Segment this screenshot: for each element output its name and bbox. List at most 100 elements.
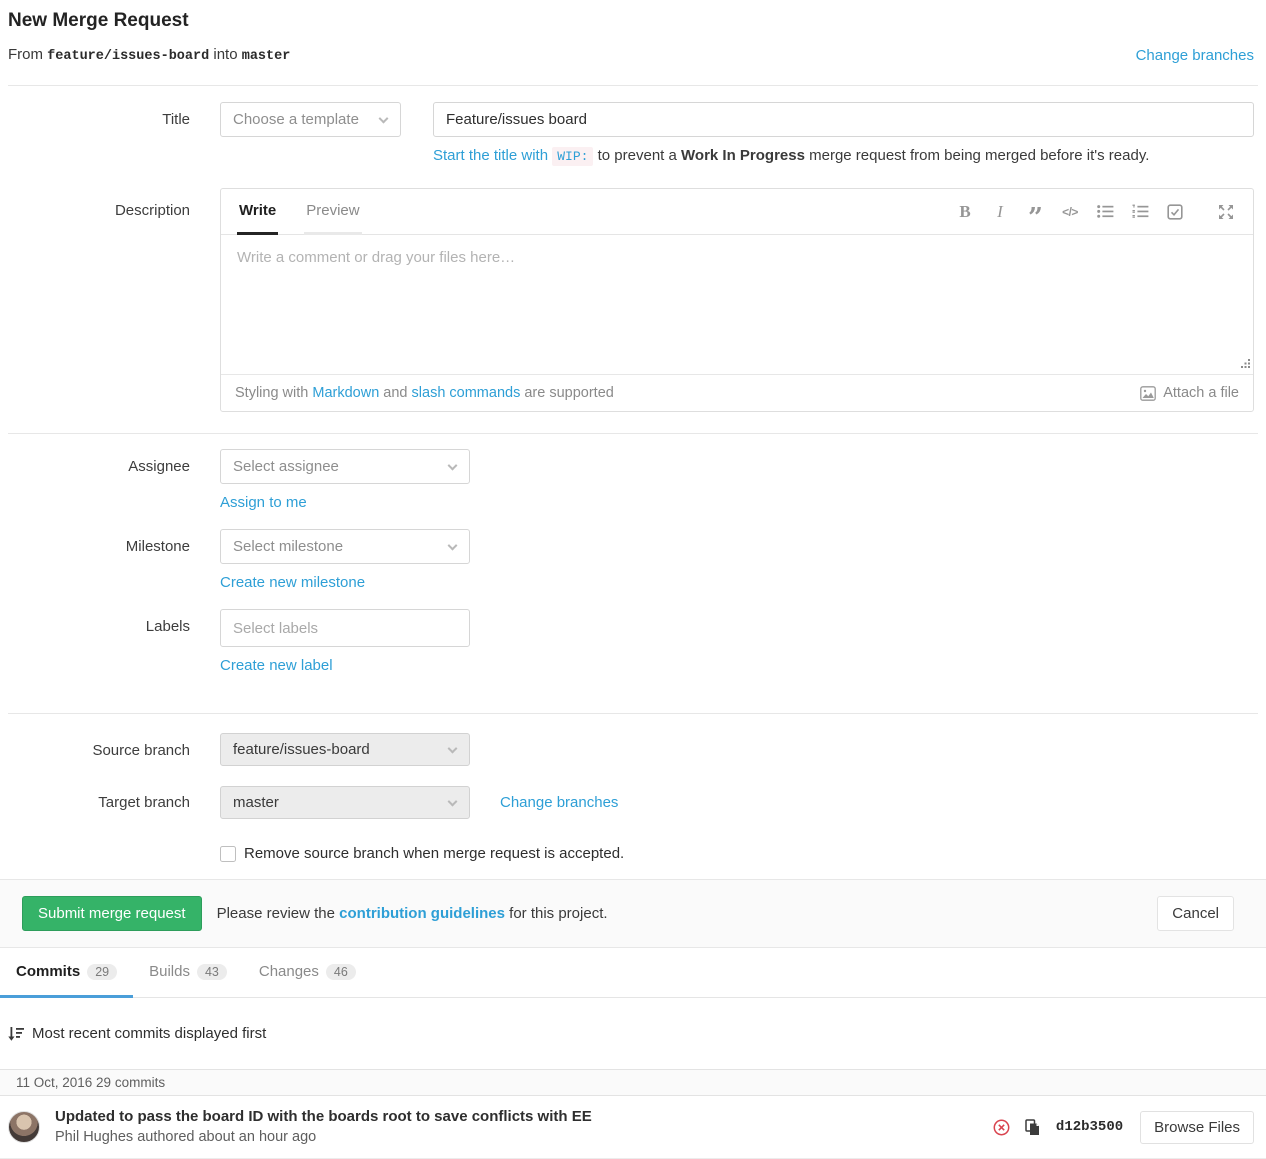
branch-summary-row: From feature/issues-board into master Ch…: [8, 46, 1258, 64]
author-avatar[interactable]: [8, 1111, 40, 1143]
remove-source-branch-row: Remove source branch when merge request …: [220, 845, 1266, 862]
resize-handle[interactable]: [1240, 355, 1251, 372]
attach-file-button[interactable]: Attach a file: [1140, 385, 1239, 401]
milestone-label: Milestone: [0, 529, 190, 609]
milestone-select-value: Select milestone: [233, 538, 343, 555]
from-label: From: [8, 46, 43, 63]
template-select-value: Choose a template: [233, 111, 359, 128]
assign-to-me-link[interactable]: Assign to me: [220, 494, 307, 511]
commit-author-line: Phil Hughes authored about an hour ago: [55, 1127, 993, 1147]
tab-preview[interactable]: Preview: [304, 189, 361, 235]
sort-descending-icon: [8, 1026, 24, 1042]
slash-commands-link[interactable]: slash commands: [412, 385, 521, 401]
task-list-icon[interactable]: [1164, 200, 1186, 224]
page-header: New Merge Request From feature/issues-bo…: [0, 0, 1266, 64]
title-row: Title Choose a template: [0, 102, 1266, 137]
markdown-link[interactable]: Markdown: [312, 385, 379, 401]
section-divider: [8, 433, 1258, 434]
branch-summary: From feature/issues-board into master: [8, 46, 290, 64]
commit-title-link[interactable]: Updated to pass the board ID with the bo…: [55, 1107, 993, 1127]
commits-sort-note: Most recent commits displayed first: [8, 1025, 1258, 1042]
code-icon[interactable]: </>: [1059, 200, 1081, 224]
target-branch-name: master: [242, 49, 291, 64]
chevron-down-icon: [448, 743, 458, 753]
description-textarea[interactable]: [221, 235, 1253, 374]
submit-merge-request-button[interactable]: Submit merge request: [22, 896, 202, 931]
contribution-guidelines-link[interactable]: contribution guidelines: [339, 905, 505, 922]
create-milestone-link[interactable]: Create new milestone: [220, 574, 365, 591]
assignee-select[interactable]: Select assignee: [220, 449, 470, 484]
target-branch-label: Target branch: [0, 785, 190, 820]
source-branch-select[interactable]: feature/issues-board: [220, 733, 470, 766]
bold-icon[interactable]: B: [954, 200, 976, 224]
tab-write[interactable]: Write: [237, 189, 278, 235]
labels-label: Labels: [0, 609, 190, 692]
commits-count-badge: 29: [87, 964, 117, 980]
target-branch-select[interactable]: master: [220, 786, 470, 819]
assignee-row: Assignee Select assignee Assign to me: [0, 449, 1266, 529]
tab-commits[interactable]: Commits 29: [0, 948, 133, 998]
markdown-toolbar: B I ” </>: [954, 189, 1237, 234]
title-input[interactable]: [433, 102, 1254, 137]
commit-sha-link[interactable]: d12b3500: [1056, 1119, 1123, 1135]
wip-hint-mid: to prevent a: [598, 147, 677, 164]
source-branch-label: Source branch: [0, 733, 190, 768]
page-title: New Merge Request: [8, 10, 1258, 32]
merge-request-tabs: Commits 29 Builds 43 Changes 46: [0, 948, 1266, 998]
chevron-down-icon: [448, 460, 458, 470]
description-label: Description: [0, 188, 190, 412]
markdown-editor-header: Write Preview B I ” </>: [221, 189, 1253, 235]
source-branch-select-value: feature/issues-board: [233, 741, 370, 758]
quote-icon[interactable]: ”: [1024, 200, 1046, 224]
labels-row: Labels Create new label: [0, 609, 1266, 692]
wip-code: WIP:: [552, 147, 593, 166]
milestone-row: Milestone Select milestone Create new mi…: [0, 529, 1266, 609]
labels-input[interactable]: [220, 609, 470, 647]
change-branches-link[interactable]: Change branches: [1136, 47, 1254, 64]
wip-hint: Start the title with WIP: to prevent a W…: [433, 147, 1254, 164]
remove-source-branch-checkbox[interactable]: [220, 846, 236, 862]
are-supported-text: are supported: [524, 385, 613, 401]
styling-with-text: Styling with: [235, 385, 308, 401]
source-branch-name: feature/issues-board: [47, 49, 209, 64]
chevron-down-icon: [379, 113, 389, 123]
cancel-button[interactable]: Cancel: [1157, 896, 1234, 931]
assignee-select-value: Select assignee: [233, 458, 339, 475]
chevron-down-icon: [448, 796, 458, 806]
create-label-link[interactable]: Create new label: [220, 657, 333, 674]
source-branch-row: Source branch feature/issues-board: [0, 733, 1266, 768]
title-label: Title: [0, 102, 190, 137]
target-branch-select-value: master: [233, 794, 279, 811]
wip-hint-end: merge request from being merged before i…: [809, 147, 1149, 164]
header-divider: [8, 85, 1258, 86]
bullet-list-icon[interactable]: [1094, 200, 1116, 224]
fullscreen-icon[interactable]: [1215, 200, 1237, 224]
ci-status-failed-icon[interactable]: [993, 1119, 1010, 1136]
wip-hint-link[interactable]: Start the title with WIP:: [433, 147, 593, 164]
remove-source-branch-label: Remove source branch when merge request …: [244, 845, 624, 862]
markdown-editor: Write Preview B I ” </>: [220, 188, 1254, 412]
copy-sha-icon[interactable]: [1025, 1119, 1040, 1136]
milestone-select[interactable]: Select milestone: [220, 529, 470, 564]
markdown-write-area: [221, 235, 1253, 374]
new-merge-request-page: New Merge Request From feature/issues-bo…: [0, 0, 1266, 1159]
template-select[interactable]: Choose a template: [220, 102, 401, 137]
tab-builds[interactable]: Builds 43: [133, 948, 243, 998]
target-branch-row: Target branch master Change branches: [0, 785, 1266, 820]
changes-count-badge: 46: [326, 964, 356, 980]
form-actions-bar: Submit merge request Please review the c…: [0, 879, 1266, 948]
builds-count-badge: 43: [197, 964, 227, 980]
commit-row: Updated to pass the board ID with the bo…: [0, 1096, 1266, 1159]
numbered-list-icon[interactable]: [1129, 200, 1151, 224]
review-note: Please review the contribution guideline…: [217, 905, 608, 922]
into-label: into: [213, 46, 237, 63]
chevron-down-icon: [448, 540, 458, 550]
change-branches-link-bottom[interactable]: Change branches: [500, 794, 618, 811]
wip-hint-bold: Work In Progress: [681, 147, 805, 164]
description-row: Description Write Preview B I ” </>: [0, 188, 1266, 412]
tab-changes[interactable]: Changes 46: [243, 948, 372, 998]
section-divider: [8, 713, 1258, 714]
italic-icon[interactable]: I: [989, 200, 1011, 224]
markdown-footer: Styling with Markdown and slash commands…: [221, 374, 1253, 411]
image-icon: [1140, 386, 1156, 401]
